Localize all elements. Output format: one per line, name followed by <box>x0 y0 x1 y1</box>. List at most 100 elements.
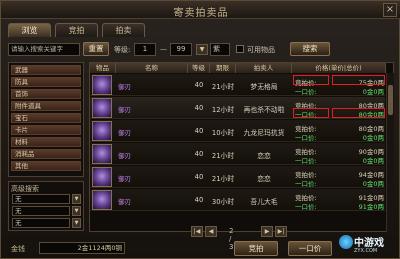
advanced-search: 高级搜索 无 ▼ 无 ▼ 无 ▼ <box>8 181 84 231</box>
level-min-input[interactable]: 1 <box>134 43 156 56</box>
category-item[interactable]: 卡片 <box>11 125 81 135</box>
prev-page-icon[interactable]: ◀ <box>205 226 217 237</box>
table-row[interactable]: 御刃 40 12小时 再也杀不动啦 竞拍价: 80金0两 一口价: 80金0两 <box>90 97 385 119</box>
search-button[interactable]: 搜索 <box>290 42 330 56</box>
watermark-logo: 中游戏 ZYX.COM <box>339 233 399 259</box>
next-page-icon[interactable]: ▶ <box>261 226 273 237</box>
usable-checkbox[interactable] <box>236 45 244 53</box>
category-item[interactable]: 消耗品 <box>11 149 81 159</box>
item-level: 40 <box>194 150 204 158</box>
reset-button[interactable]: 重置 <box>83 42 109 56</box>
col-header-time[interactable]: 期限 <box>210 63 236 73</box>
auction-table: 物品 名称 等级 期限 拍卖人 价格(单价|总价) 御刃 40 21小时 梦无格… <box>89 62 394 232</box>
highlight-box <box>293 75 329 85</box>
tab-bidding[interactable]: 竞拍 <box>55 23 98 37</box>
window-title: 寄卖拍卖品 <box>173 8 229 19</box>
table-row[interactable]: 御刃 40 10小时 九龙尼玛抗货 竞拍价: 80金0两 一口价: 0金0两 <box>90 120 385 142</box>
category-item[interactable]: 材料 <box>11 137 81 147</box>
category-item[interactable]: 武器 <box>11 65 81 75</box>
highlight-box <box>332 108 385 118</box>
item-icon[interactable] <box>92 98 112 118</box>
watermark-text: 中游戏 <box>354 238 384 249</box>
category-item[interactable]: 宝石 <box>11 113 81 123</box>
bid-button[interactable]: 竞拍 <box>234 241 278 256</box>
item-icon[interactable] <box>92 75 112 95</box>
buyout-price: 0金0两 <box>362 157 384 165</box>
col-header-seller[interactable]: 拍卖人 <box>236 63 292 73</box>
item-name: 御刃 <box>118 198 131 206</box>
table-row[interactable]: 御刃 40 21小时 恋恋 竞拍价: 90金0两 一口价: 0金0两 <box>90 143 385 165</box>
table-row[interactable]: 御刃 40 21小时 梦无格局 竞拍价: 75金0两 一口价: 0金0两 <box>90 74 385 96</box>
buyout-label: 一口价: <box>295 180 317 188</box>
buyout-price: 0金0两 <box>362 180 384 188</box>
item-time: 12小时 <box>211 106 235 114</box>
tab-auction[interactable]: 拍卖 <box>102 23 145 37</box>
scroll-thumb[interactable] <box>388 85 393 115</box>
col-header-item[interactable]: 物品 <box>90 63 116 73</box>
quality-dropdown-arrow[interactable]: ▼ <box>196 44 208 55</box>
level-max-input[interactable]: 99 <box>170 43 192 56</box>
close-button[interactable]: × <box>383 3 397 17</box>
item-level: 40 <box>194 81 204 89</box>
money-label: 金钱 <box>11 245 25 253</box>
item-time: 21小时 <box>211 83 235 91</box>
level-separator: — <box>160 45 167 53</box>
advanced-select-3[interactable]: 无 <box>12 218 70 228</box>
col-header-level[interactable]: 等级 <box>188 63 210 73</box>
item-seller: 再也杀不动啦 <box>243 106 285 114</box>
money-display: 2金1124两0铜 <box>39 242 125 254</box>
buyout-price: 91金0两 <box>358 203 384 211</box>
col-header-name[interactable]: 名称 <box>116 63 188 73</box>
item-seller: 九龙尼玛抗货 <box>243 129 285 137</box>
item-time: 10小时 <box>211 129 235 137</box>
last-page-icon[interactable]: ▶| <box>275 226 287 237</box>
buyout-button[interactable]: 一口价 <box>288 241 332 256</box>
category-item[interactable]: 其他 <box>11 161 81 171</box>
table-row[interactable]: 御刃 40 21小时 恋恋 竞拍价: 94金0两 一口价: 0金0两 <box>90 166 385 188</box>
usable-label: 可用物品 <box>247 46 275 54</box>
item-time: 30小时 <box>211 198 235 206</box>
table-scrollbar[interactable] <box>386 73 394 232</box>
table-row[interactable]: 御刃 40 30小时 吾儿大毛 竞拍价: 91金0两 一口价: 91金0两 <box>90 189 385 211</box>
item-seller: 恋恋 <box>257 152 271 160</box>
category-list: 武器 防具 首饰 附件道具 宝石 卡片 材料 消耗品 其他 <box>8 62 84 177</box>
item-icon[interactable] <box>92 121 112 141</box>
item-seller: 吾儿大毛 <box>250 198 278 206</box>
chevron-down-icon[interactable]: ▼ <box>72 206 81 216</box>
level-label: 等级: <box>114 46 131 54</box>
advanced-select-1[interactable]: 无 <box>12 194 70 204</box>
item-time: 21小时 <box>211 175 235 183</box>
item-seller: 恋恋 <box>257 175 271 183</box>
auction-window: 寄卖拍卖品 × 浏览 竞拍 拍卖 请输入搜索关键字 重置 等级: 1 — 99 … <box>0 0 400 259</box>
chevron-down-icon[interactable]: ▼ <box>72 194 81 204</box>
item-level: 40 <box>194 173 204 181</box>
item-level: 40 <box>194 104 204 112</box>
keyword-input[interactable]: 请输入搜索关键字 <box>8 43 80 56</box>
buyout-label: 一口价: <box>295 134 317 142</box>
item-name: 御刃 <box>118 152 131 160</box>
buyout-label: 一口价: <box>295 157 317 165</box>
item-icon[interactable] <box>92 144 112 164</box>
first-page-icon[interactable]: |◀ <box>191 226 203 237</box>
item-name: 御刃 <box>118 175 131 183</box>
item-icon[interactable] <box>92 190 112 210</box>
category-item[interactable]: 附件道具 <box>11 101 81 111</box>
col-header-price[interactable]: 价格(单价|总价) <box>292 63 386 73</box>
category-item[interactable]: 防具 <box>11 77 81 87</box>
category-item[interactable]: 首饰 <box>11 89 81 99</box>
buyout-price: 0金0两 <box>362 134 384 142</box>
watermark-subtext: ZYX.COM <box>354 248 378 254</box>
quality-select[interactable]: 紫 <box>210 43 230 56</box>
item-name: 御刃 <box>118 106 131 114</box>
search-row: 请输入搜索关键字 重置 等级: 1 — 99 ▼ 紫 可用物品 搜索 <box>8 42 396 58</box>
tab-browse[interactable]: 浏览 <box>8 23 51 37</box>
chevron-down-icon[interactable]: ▼ <box>72 218 81 228</box>
advanced-select-2[interactable]: 无 <box>12 206 70 216</box>
buyout-label: 一口价: <box>295 203 317 211</box>
title-bar: 寄卖拍卖品 × <box>1 1 400 19</box>
buyout-price: 0金0两 <box>362 88 384 96</box>
item-name: 御刃 <box>118 83 131 91</box>
highlight-box <box>293 108 329 118</box>
highlight-box <box>332 75 385 85</box>
item-icon[interactable] <box>92 167 112 187</box>
